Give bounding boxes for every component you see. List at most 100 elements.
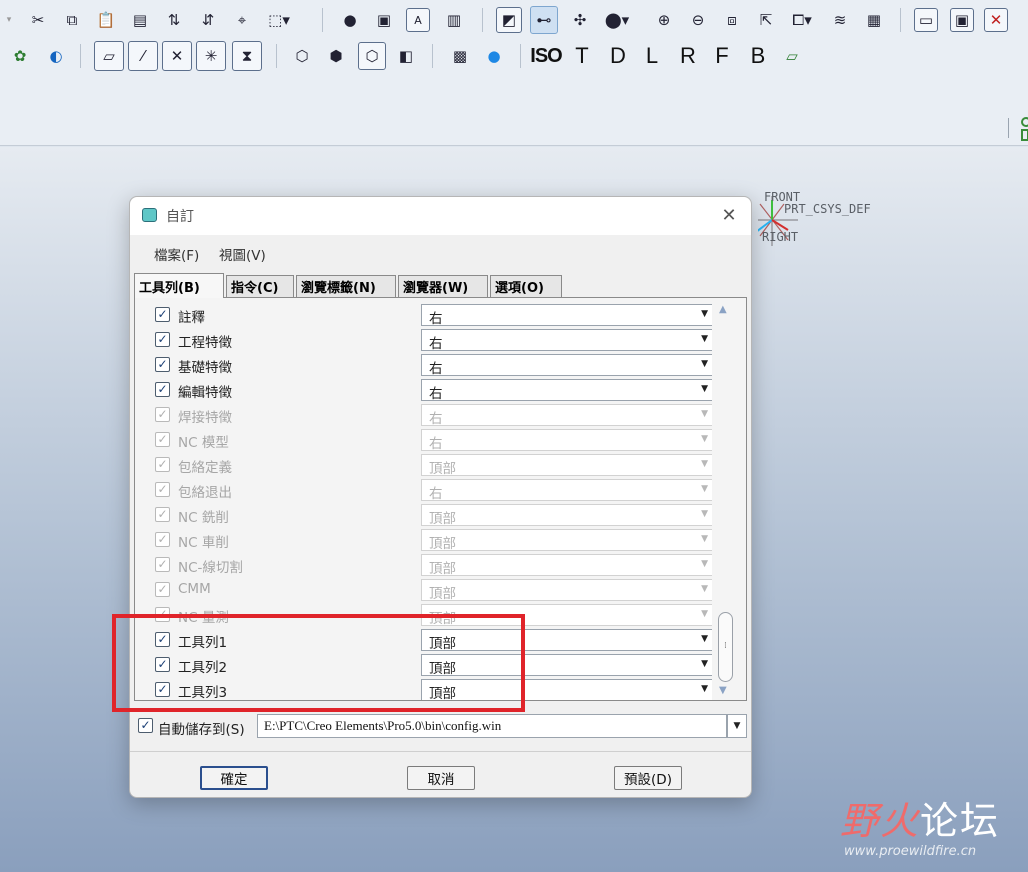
toolbar-list-row[interactable]: ✓ NC 模型右 ▼ — [147, 427, 712, 452]
orient-mode-icon[interactable]: ✣ — [566, 6, 594, 34]
layers-icon[interactable]: ≋ — [826, 6, 854, 34]
hidden-line-icon[interactable]: ⬢ — [322, 42, 350, 70]
close-window-icon[interactable]: ✕ — [984, 8, 1008, 32]
appearance-gallery-icon[interactable]: ✿ — [6, 42, 34, 70]
right-view-button[interactable]: R — [674, 42, 702, 70]
datum-axis-display-icon[interactable]: ⁄ — [128, 41, 158, 71]
menu-file[interactable]: 檔案(F) — [154, 244, 199, 264]
display-style-icon[interactable]: ◩ — [496, 7, 522, 33]
chevron-down-icon[interactable]: ▼ — [701, 309, 708, 319]
no-hidden-icon[interactable]: ⬡ — [358, 42, 386, 70]
menu-view[interactable]: 視圖(V) — [219, 244, 266, 264]
reorient-icon[interactable]: ⇱ — [752, 6, 780, 34]
regenerate-manager-icon[interactable]: ⇵ — [194, 6, 222, 34]
scroll-up-icon[interactable]: ▲ — [719, 304, 727, 315]
window-tile-icon[interactable]: ▭ — [914, 8, 938, 32]
refit-icon[interactable]: ⧈ — [718, 6, 746, 34]
scroll-down-icon[interactable]: ▼ — [719, 685, 727, 696]
shading-icon[interactable]: ⬤▾ — [600, 6, 634, 34]
shaded-icon[interactable]: ◧ — [392, 42, 420, 70]
toolbar-list-row[interactable]: ✓ 包絡退出右 ▼ — [147, 477, 712, 502]
toolbar-position-select[interactable]: 右 ▼ — [421, 329, 712, 352]
sketch-view-icon[interactable]: ▱ — [778, 42, 806, 70]
view-manager-icon[interactable]: ▦ — [860, 6, 888, 34]
toolbar-list-row[interactable]: ✓ 包絡定義 頂部 ▼ — [147, 452, 712, 477]
toolbar-position-select[interactable]: 右 ▼ — [421, 379, 712, 402]
top-view-button[interactable]: T — [568, 42, 596, 70]
find-icon[interactable]: ⌖ — [228, 6, 256, 34]
chevron-down-icon[interactable]: ▼ — [701, 659, 708, 669]
toolbar-list-row[interactable]: ✓ 工具列1 頂部 ▼ — [147, 627, 712, 652]
model-tree-icon[interactable]: ▥ — [440, 6, 468, 34]
toolbar-list-row[interactable]: ✓ CMM 頂部 ▼ — [147, 577, 712, 602]
toolbar-position-select[interactable]: 右 ▼ — [421, 304, 712, 327]
toolbar-list-row[interactable]: ✓ NC 銑削 頂部 ▼ — [147, 502, 712, 527]
autosave-checkbox[interactable]: ✓ — [138, 718, 153, 733]
toolbar-position-select[interactable]: 頂部 ▼ — [421, 679, 712, 700]
defaults-button[interactable]: 預設(D) — [614, 766, 682, 790]
toolbar-list-row[interactable]: ✓ 工具列2 頂部 ▼ — [147, 652, 712, 677]
toolbar-list-row[interactable]: ✓ NC 車削 頂部 ▼ — [147, 527, 712, 552]
chevron-down-icon[interactable]: ▼ — [701, 359, 708, 369]
chevron-down-icon[interactable]: ▼ — [701, 334, 708, 344]
close-icon[interactable]: ✕ — [717, 203, 741, 227]
globe-icon[interactable]: ● — [336, 6, 364, 34]
toolbar-position-select[interactable]: 頂部 ▼ — [421, 629, 712, 652]
ok-button[interactable]: 確定 — [200, 766, 268, 790]
paste-special-icon[interactable]: ▤ — [126, 6, 154, 34]
toolbar-visible-checkbox[interactable]: ✓ — [155, 682, 170, 697]
toolbar-list-row[interactable]: ✓ 工程特徵右 ▼ — [147, 327, 712, 352]
select-box-icon[interactable]: ⬚▾ — [262, 6, 296, 34]
tab-toolbars[interactable]: 工具列(B) — [134, 273, 224, 298]
toolbar-position-select[interactable]: 右 ▼ — [421, 354, 712, 377]
toolbar-list-row[interactable]: ✓ 焊接特徵右 ▼ — [147, 402, 712, 427]
chevron-down-icon[interactable]: ▼ — [701, 384, 708, 394]
cut-icon[interactable]: ✂ — [24, 6, 52, 34]
toolbar-list-row[interactable]: ✓ 註釋右 ▼ — [147, 302, 712, 327]
copy-icon[interactable]: ⧉ — [58, 6, 86, 34]
saved-views-icon[interactable]: ⧠▾ — [786, 6, 818, 34]
autosave-path-field[interactable]: E:\PTC\Creo Elements\Pro5.0\bin\config.w… — [257, 714, 727, 738]
toolbar-visible-checkbox[interactable]: ✓ — [155, 657, 170, 672]
toolbar-list-row[interactable]: ✓ 工具列3 頂部 ▼ — [147, 677, 712, 700]
user-icon[interactable]: ● — [480, 42, 508, 70]
toolbar-list-row[interactable]: ✓ 編輯特徵右 ▼ — [147, 377, 712, 402]
partial-toolbar-icon[interactable] — [1016, 116, 1028, 142]
regenerate-icon[interactable]: ⇅ — [160, 6, 188, 34]
chevron-down-icon[interactable]: ▼ — [701, 684, 708, 694]
datum-point-display-icon[interactable]: ✕ — [162, 41, 192, 71]
camera-icon[interactable]: ▣ — [370, 6, 398, 34]
datum-plane-display-icon[interactable]: ⏥ — [94, 41, 124, 71]
toolbar-list-row[interactable]: ✓ 基礎特徵右 ▼ — [147, 352, 712, 377]
zoom-out-icon[interactable]: ⊖ — [684, 6, 712, 34]
front-view-button[interactable]: F — [708, 42, 736, 70]
csys-display-icon[interactable]: ✳ — [196, 41, 226, 71]
toolbar-list-row[interactable]: ✓ NC 量測 頂部 ▼ — [147, 602, 712, 627]
toolbar-visible-checkbox[interactable]: ✓ — [155, 357, 170, 372]
toolbar-position-select[interactable]: 頂部 ▼ — [421, 654, 712, 677]
annotation-icon[interactable]: A — [406, 8, 430, 32]
chevron-down-icon[interactable]: ▼ — [701, 634, 708, 644]
window-activate-icon[interactable]: ▣ — [950, 8, 974, 32]
render-window-icon[interactable]: ▩ — [446, 42, 474, 70]
toolbar-visible-checkbox[interactable]: ✓ — [155, 382, 170, 397]
spin-center-icon[interactable]: ⊷ — [530, 6, 558, 34]
back-view-button[interactable]: B — [744, 42, 772, 70]
zoom-in-icon[interactable]: ⊕ — [650, 6, 678, 34]
toolbar-list-row[interactable]: ✓ NC-線切割 頂部 ▼ — [147, 552, 712, 577]
annotation-display-icon[interactable]: ⧗ — [232, 41, 262, 71]
cancel-button[interactable]: 取消 — [407, 766, 475, 790]
vertical-scrollbar[interactable]: ▲ ⁞ ▼ — [715, 300, 737, 698]
chevron-down-icon[interactable]: ▼ — [727, 714, 747, 738]
toolbar-visible-checkbox[interactable]: ✓ — [155, 332, 170, 347]
tab-commands[interactable]: 指令(C) — [226, 275, 294, 297]
tab-navigator-tabs[interactable]: 瀏覽標籤(N) — [296, 275, 396, 297]
paste-icon[interactable]: 📋 — [92, 6, 120, 34]
toolbar-visible-checkbox[interactable]: ✓ — [155, 307, 170, 322]
toolbar-grip-icon[interactable]: ▾ — [2, 6, 16, 34]
iso-view-button[interactable]: ISO — [530, 42, 562, 70]
bottom-view-button[interactable]: D — [604, 42, 632, 70]
wireframe-icon[interactable]: ⬡ — [288, 42, 316, 70]
toolbar-visible-checkbox[interactable]: ✓ — [155, 632, 170, 647]
tab-browser[interactable]: 瀏覽器(W) — [398, 275, 488, 297]
